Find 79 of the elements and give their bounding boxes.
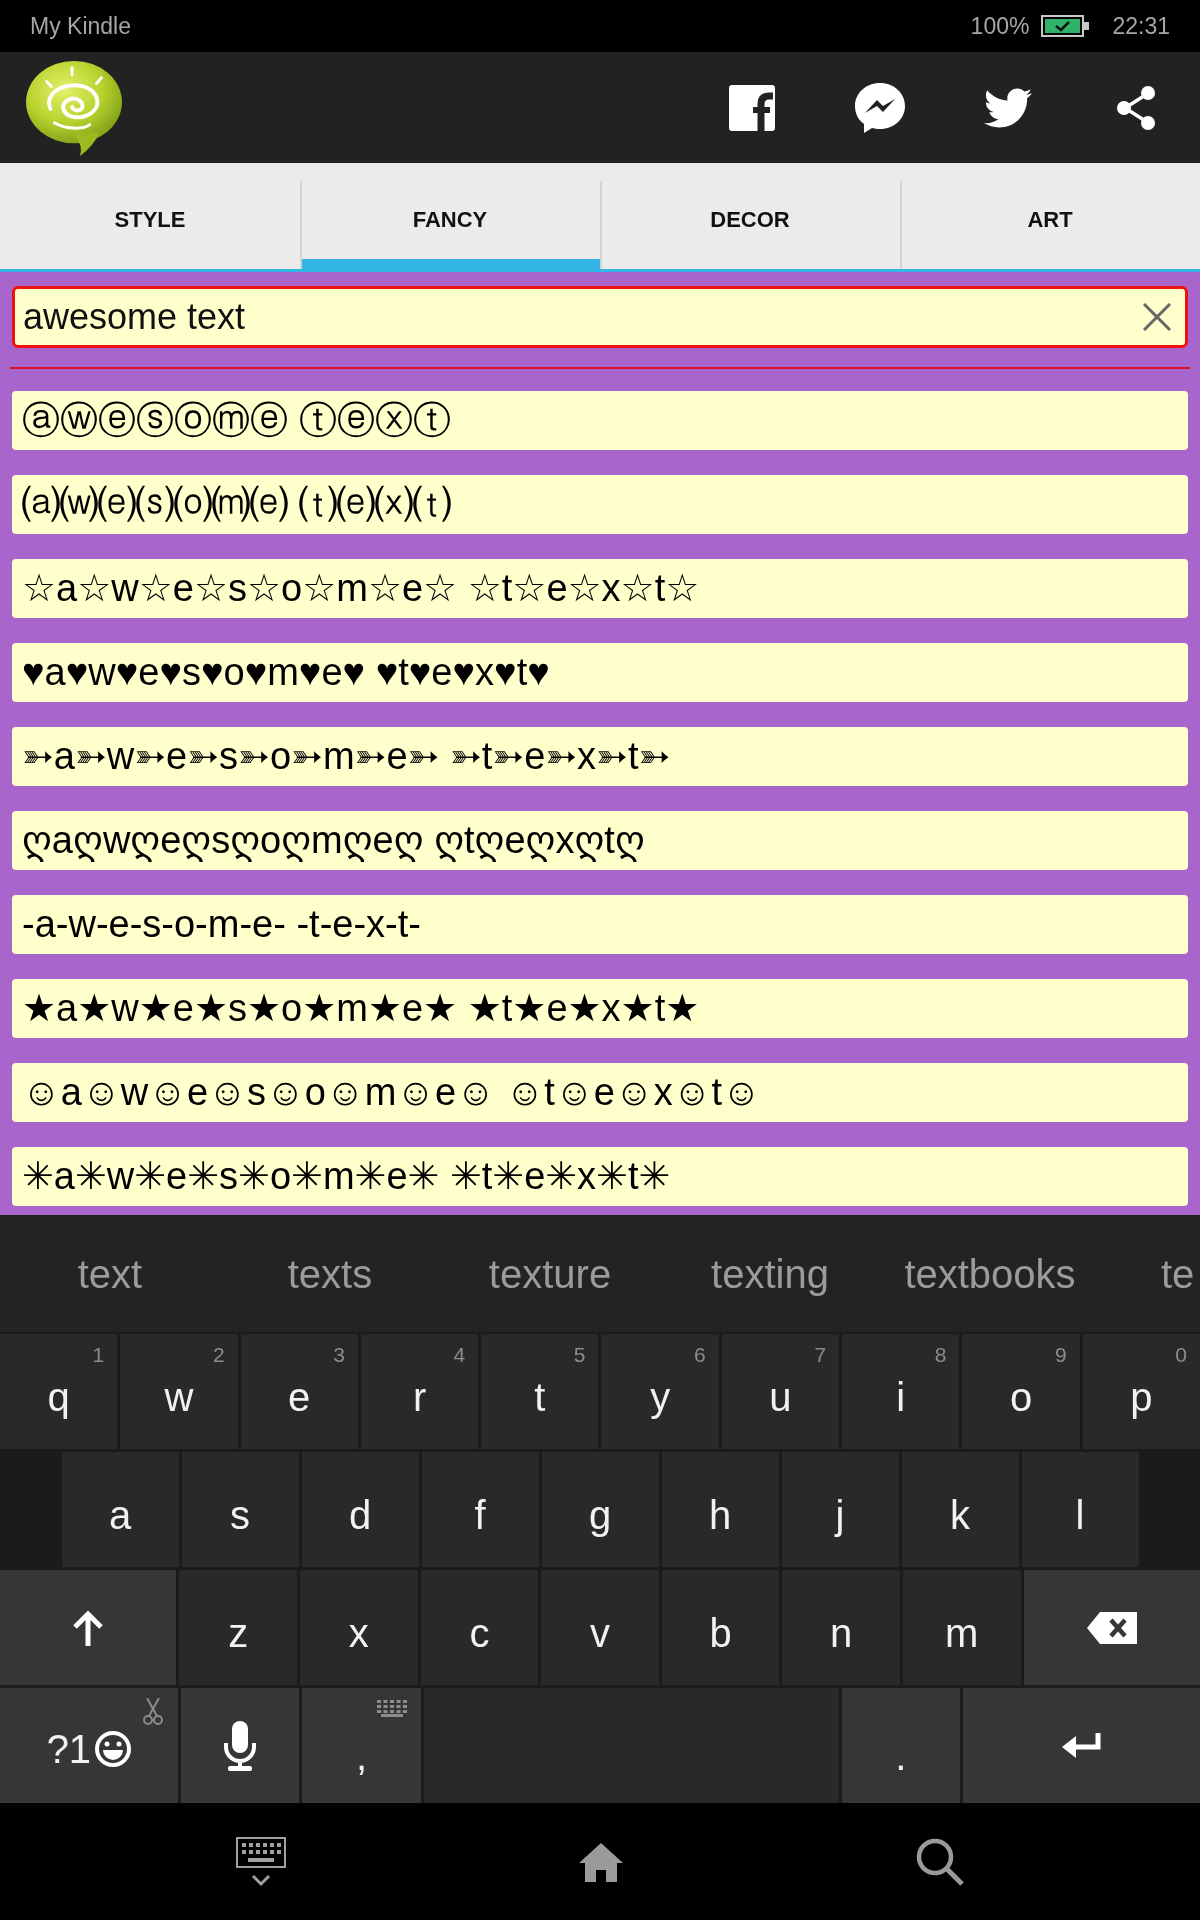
home-icon[interactable] (578, 1841, 624, 1882)
battery-icon (1041, 15, 1090, 37)
key-hint: 2 (212, 1344, 225, 1365)
key-hint: 7 (814, 1344, 827, 1365)
letter-key[interactable]: c (420, 1570, 539, 1685)
letter-key[interactable]: p 0 (1082, 1334, 1200, 1449)
fancy-text-item[interactable]: ☺a☺w☺e☺s☺o☺m☺e☺ ☺t☺e☺x☺t☺ (12, 1063, 1188, 1122)
messenger-icon[interactable] (855, 82, 905, 133)
letter-key[interactable]: r 4 (360, 1334, 479, 1449)
clock: 22:31 (1112, 11, 1170, 41)
bird-icon[interactable] (984, 87, 1032, 128)
keyboard-icon (376, 1700, 407, 1717)
letter-key[interactable]: b (661, 1570, 780, 1685)
fancy-text-item[interactable]: ➳a➳w➳e➳s➳o➳m➳e➳ ➳t➳e➳x➳t➳ (12, 727, 1188, 786)
letter-key[interactable]: l (1021, 1452, 1139, 1567)
letter-key[interactable]: o 9 (962, 1334, 1080, 1449)
letter-key[interactable]: u 7 (721, 1334, 840, 1449)
symbols-key[interactable]: ?1 (0, 1688, 178, 1803)
suggestion[interactable]: texts (287, 1243, 373, 1304)
fancy-text-item[interactable]: -a-w-e-s-o-m-e- -t-e-x-t- (12, 895, 1188, 954)
hide-keyboard-icon[interactable] (236, 1836, 286, 1887)
fancy-text-item[interactable]: ★a★w★e★s★o★m★e★ ★t★e★x★t★ (12, 979, 1188, 1038)
letter-key[interactable]: g (541, 1452, 659, 1567)
letter-key[interactable]: y 6 (601, 1334, 719, 1449)
key-hint: 1 (92, 1344, 105, 1365)
suggestion[interactable]: text (77, 1243, 143, 1304)
letter-key[interactable]: z (179, 1570, 297, 1685)
voice-key[interactable] (180, 1688, 300, 1803)
logo-icon (25, 59, 123, 156)
letter-key[interactable]: j (781, 1452, 899, 1567)
suggestion[interactable]: textbooks (904, 1243, 1076, 1304)
fancy-text-item[interactable]: ⓐⓦⓔⓢⓞⓜⓔ ⓣⓔⓧⓣ (12, 391, 1188, 450)
key-hint: 0 (1175, 1344, 1187, 1365)
fancy-text-item[interactable]: ✳a✳w✳e✳s✳o✳m✳e✳ ✳t✳e✳x✳t✳ (12, 1147, 1188, 1206)
letter-key[interactable]: a (61, 1452, 179, 1567)
facebook-icon[interactable] (729, 84, 775, 131)
key-hint: 3 (333, 1344, 345, 1365)
letter-key[interactable]: k (901, 1452, 1019, 1567)
letter-key[interactable]: e 3 (240, 1334, 358, 1449)
letter-key[interactable]: t 5 (481, 1334, 599, 1449)
key-hint: 6 (694, 1344, 706, 1365)
search-field[interactable]: awesome text (12, 286, 1188, 348)
period-key[interactable]: . (841, 1688, 960, 1803)
letter-key[interactable]: m (902, 1570, 1021, 1685)
share-icon[interactable] (1116, 85, 1156, 130)
device-name: My Kindle (30, 11, 131, 41)
fancy-text-item[interactable]: ⒜⒲⒠⒮⒪⒨⒠ ⒯⒠⒳⒯ (12, 475, 1188, 534)
suggestion[interactable]: te (1161, 1243, 1195, 1304)
letter-key[interactable]: w 2 (120, 1334, 238, 1449)
arrow-up-icon (73, 1609, 104, 1646)
fancy-text-item[interactable]: ღaღwღeღsღoღmღeღ ღtღeღxღtღ (12, 811, 1188, 870)
letter-key[interactable]: q 1 (0, 1334, 118, 1449)
letter-key[interactable]: x (300, 1570, 418, 1685)
battery-percent: 100% (970, 11, 1030, 41)
backspace-icon (1086, 1611, 1137, 1644)
key-hint: 4 (453, 1344, 466, 1365)
smiley-icon (95, 1730, 132, 1767)
key-hint: 5 (573, 1344, 586, 1365)
microphone-icon (223, 1720, 257, 1771)
close-icon (1143, 303, 1171, 331)
key-hint: 8 (934, 1344, 947, 1365)
letter-key[interactable]: n (782, 1570, 900, 1685)
letter-key[interactable]: i 8 (842, 1334, 960, 1449)
backspace-key[interactable] (1023, 1570, 1200, 1685)
letter-key[interactable]: f (421, 1452, 539, 1567)
key-hint: 9 (1055, 1344, 1067, 1365)
letter-key[interactable]: d (301, 1452, 419, 1567)
fancy-text-item[interactable]: ☆a☆w☆e☆s☆o☆m☆e☆ ☆t☆e☆x☆t☆ (12, 559, 1188, 618)
suggestion[interactable]: texture (488, 1243, 612, 1304)
search-icon[interactable] (916, 1837, 964, 1886)
clear-button[interactable] (1143, 303, 1171, 331)
suggestion[interactable]: texting (711, 1243, 829, 1304)
letter-key[interactable]: h (661, 1452, 779, 1567)
enter-icon (1061, 1732, 1102, 1759)
letter-key[interactable]: s (181, 1452, 299, 1567)
scissors-icon (142, 1698, 163, 1726)
letter-key[interactable]: v (541, 1570, 659, 1685)
fancy-text-item[interactable]: ♥a♥w♥e♥s♥o♥m♥e♥ ♥t♥e♥x♥t♥ (12, 643, 1188, 702)
comma-key[interactable]: , (302, 1688, 421, 1803)
